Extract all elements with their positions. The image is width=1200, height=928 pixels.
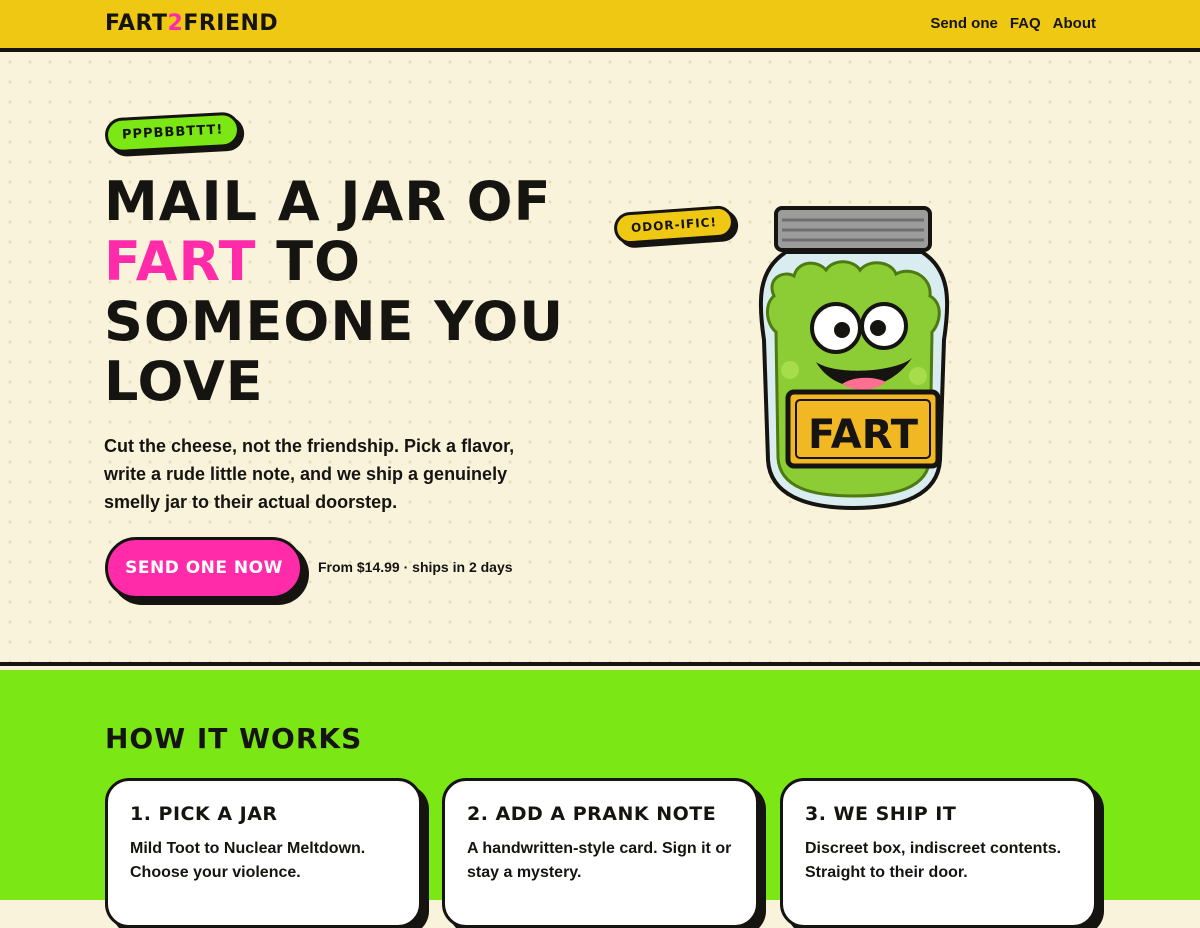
how-it-works-section: HOW IT WORKS 1. PICK A JAR Mild Toot to …: [0, 670, 1200, 928]
price-shipping-note: From $14.99 · ships in 2 days: [318, 559, 513, 575]
nav-link-faq[interactable]: FAQ: [1010, 15, 1041, 32]
main-nav: Send one FAQ About: [930, 15, 1096, 32]
top-nav-bar: FART2FRIEND Send one FAQ About: [0, 0, 1200, 52]
step-title: 1. PICK A JAR: [130, 803, 278, 825]
jar-label-text: FART: [808, 412, 919, 458]
step-card-we-ship-it: 3. WE SHIP IT Discreet box, indiscreet c…: [780, 778, 1097, 928]
hero-sticker-pppbbbttt: PPPBBBTTT!: [104, 111, 242, 154]
send-one-now-button[interactable]: SEND ONE NOW: [105, 537, 303, 599]
site-logo[interactable]: FART2FRIEND: [105, 11, 278, 36]
step-text: A handwritten-style card. Sign it or sta…: [467, 840, 732, 881]
step-card-pick-a-jar: 1. PICK A JAR Mild Toot to Nuclear Meltd…: [105, 778, 422, 928]
step-card-add-prank-note: 2. ADD A PRANK NOTE A handwritten-style …: [442, 778, 759, 928]
step-text: Discreet box, indiscreet contents. Strai…: [805, 840, 1062, 881]
hero-subtext: Cut the cheese, not the friendship. Pick…: [104, 436, 515, 512]
fart-jar-illustration: FART: [758, 206, 950, 511]
headline-highlight: FART: [104, 230, 257, 293]
step-text: Mild Toot to Nuclear Meltdown. Choose yo…: [130, 840, 366, 881]
how-it-works-title: HOW IT WORKS: [105, 722, 363, 755]
hero-headline: MAIL A JAR OF FART TO SOMEONE YOU LOVE: [104, 170, 565, 413]
nav-link-about[interactable]: About: [1053, 15, 1096, 32]
step-title: 2. ADD A PRANK NOTE: [467, 803, 717, 825]
step-title: 3. WE SHIP IT: [805, 803, 957, 825]
nav-link-send-one[interactable]: Send one: [930, 15, 998, 32]
